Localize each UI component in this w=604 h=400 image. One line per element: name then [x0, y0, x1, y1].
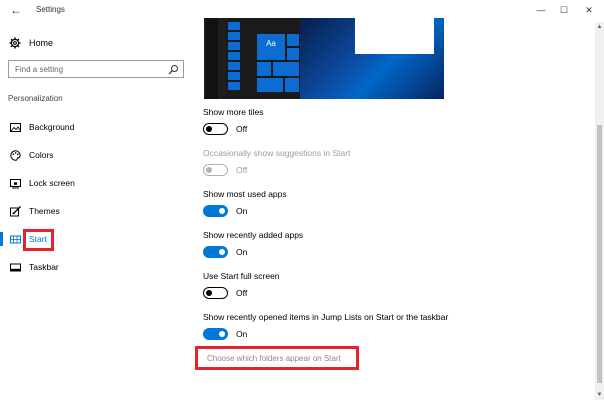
- scrollbar-thumb[interactable]: [597, 125, 602, 383]
- preview-app-list: [218, 18, 226, 99]
- setting-label: Show recently added apps: [203, 230, 304, 240]
- toggle-switch[interactable]: [203, 287, 228, 299]
- setting-label: Show more tiles: [203, 107, 264, 117]
- preview-tile: [287, 34, 299, 46]
- setting-show-recently-added-apps: Show recently added apps On: [203, 230, 303, 258]
- preview-tile: [273, 62, 299, 76]
- setting-show-more-tiles: Show more tiles Off: [203, 107, 263, 135]
- scroll-up-arrow-icon[interactable]: ▲: [595, 22, 604, 32]
- sidebar-item-label: Lock screen: [29, 178, 75, 188]
- sidebar-item-label: Themes: [29, 206, 60, 216]
- home-nav-item[interactable]: Home: [9, 36, 53, 50]
- toggle-knob: [206, 289, 212, 296]
- preview-tile: [228, 32, 240, 40]
- toggle-state: Off: [236, 288, 248, 298]
- toggle-knob: [206, 166, 212, 173]
- setting-label: Occasionally show suggestions in Start: [203, 148, 351, 158]
- preview-start-rail: [206, 18, 218, 99]
- toggle-switch[interactable]: [203, 205, 228, 217]
- preview-tile: [257, 62, 271, 76]
- toggle-switch[interactable]: [203, 246, 228, 258]
- setting-label: Use Start full screen: [203, 271, 280, 281]
- link-highlight-box: Choose which folders appear on Start: [195, 346, 359, 370]
- sidebar-item-label: Taskbar: [29, 262, 59, 272]
- toggle-switch[interactable]: [203, 328, 228, 340]
- preview-tile: [287, 48, 299, 60]
- minimize-button[interactable]: —: [532, 2, 550, 18]
- toggle-knob: [219, 330, 225, 337]
- setting-use-start-full-screen: Use Start full screen Off: [203, 271, 280, 299]
- toggle-knob: [219, 207, 225, 214]
- preview-tile: Aa: [257, 34, 285, 60]
- preview-tile: [228, 52, 240, 60]
- gear-icon: [9, 37, 21, 49]
- toggle-knob: [206, 125, 212, 132]
- toggle-knob: [219, 248, 225, 255]
- toggle-state: Off: [236, 165, 248, 175]
- toggle-state: On: [236, 329, 248, 339]
- lock-screen-icon: [10, 178, 21, 188]
- taskbar-icon: [10, 263, 21, 271]
- sidebar-item-label: Background: [29, 122, 75, 132]
- preview-tile: [228, 42, 240, 50]
- choose-folders-link[interactable]: Choose which folders appear on Start: [207, 354, 341, 363]
- preview-tile: [228, 22, 240, 30]
- home-label: Home: [29, 38, 54, 48]
- setting-label: Show recently opened items in Jump Lists…: [203, 312, 449, 322]
- preview-tile: [228, 82, 240, 90]
- preview-window: [355, 18, 434, 54]
- window-title: Settings: [36, 5, 65, 14]
- sidebar-item-colors[interactable]: Colors: [0, 144, 195, 166]
- search-input[interactable]: Find a setting: [8, 60, 184, 78]
- search-placeholder: Find a setting: [15, 65, 64, 74]
- back-arrow-icon[interactable]: ←: [9, 3, 23, 17]
- setting-show-suggestions: Occasionally show suggestions in Start O…: [203, 148, 350, 176]
- start-highlight-box: [23, 229, 54, 251]
- main-content: Aa Show more tiles Off Occasionally show…: [195, 18, 595, 400]
- brush-icon: [10, 205, 21, 216]
- sidebar-item-background[interactable]: Background: [0, 116, 195, 138]
- close-button[interactable]: ✕: [580, 2, 598, 18]
- sidebar-item-taskbar[interactable]: Taskbar: [0, 256, 195, 278]
- setting-show-jump-lists: Show recently opened items in Jump Lists…: [203, 312, 448, 340]
- setting-label: Show most used apps: [203, 189, 287, 199]
- start-preview-image: Aa: [204, 18, 444, 99]
- sidebar-item-label: Colors: [29, 150, 54, 160]
- search-icon: [168, 65, 178, 75]
- toggle-switch[interactable]: [203, 123, 228, 135]
- toggle-switch: [203, 164, 228, 176]
- scroll-down-arrow-icon[interactable]: ▼: [595, 390, 604, 400]
- preview-tile: [228, 62, 240, 70]
- setting-show-most-used-apps: Show most used apps On: [203, 189, 287, 217]
- sidebar-item-themes[interactable]: Themes: [0, 200, 195, 222]
- preview-tile: [228, 72, 240, 80]
- sidebar: Home Find a setting Personalization Back…: [0, 22, 195, 400]
- toggle-state: Off: [236, 124, 248, 134]
- preview-tile: [285, 78, 299, 92]
- section-heading: Personalization: [8, 94, 63, 103]
- scrollbar[interactable]: ▲ ▼: [595, 22, 604, 400]
- maximize-button[interactable]: ☐: [555, 2, 573, 18]
- start-icon: [10, 235, 21, 243]
- palette-icon: [10, 149, 21, 161]
- toggle-state: On: [236, 247, 248, 257]
- image-icon: [10, 122, 21, 132]
- sidebar-item-lock-screen[interactable]: Lock screen: [0, 172, 195, 194]
- toggle-state: On: [236, 206, 248, 216]
- preview-tile: [257, 78, 283, 92]
